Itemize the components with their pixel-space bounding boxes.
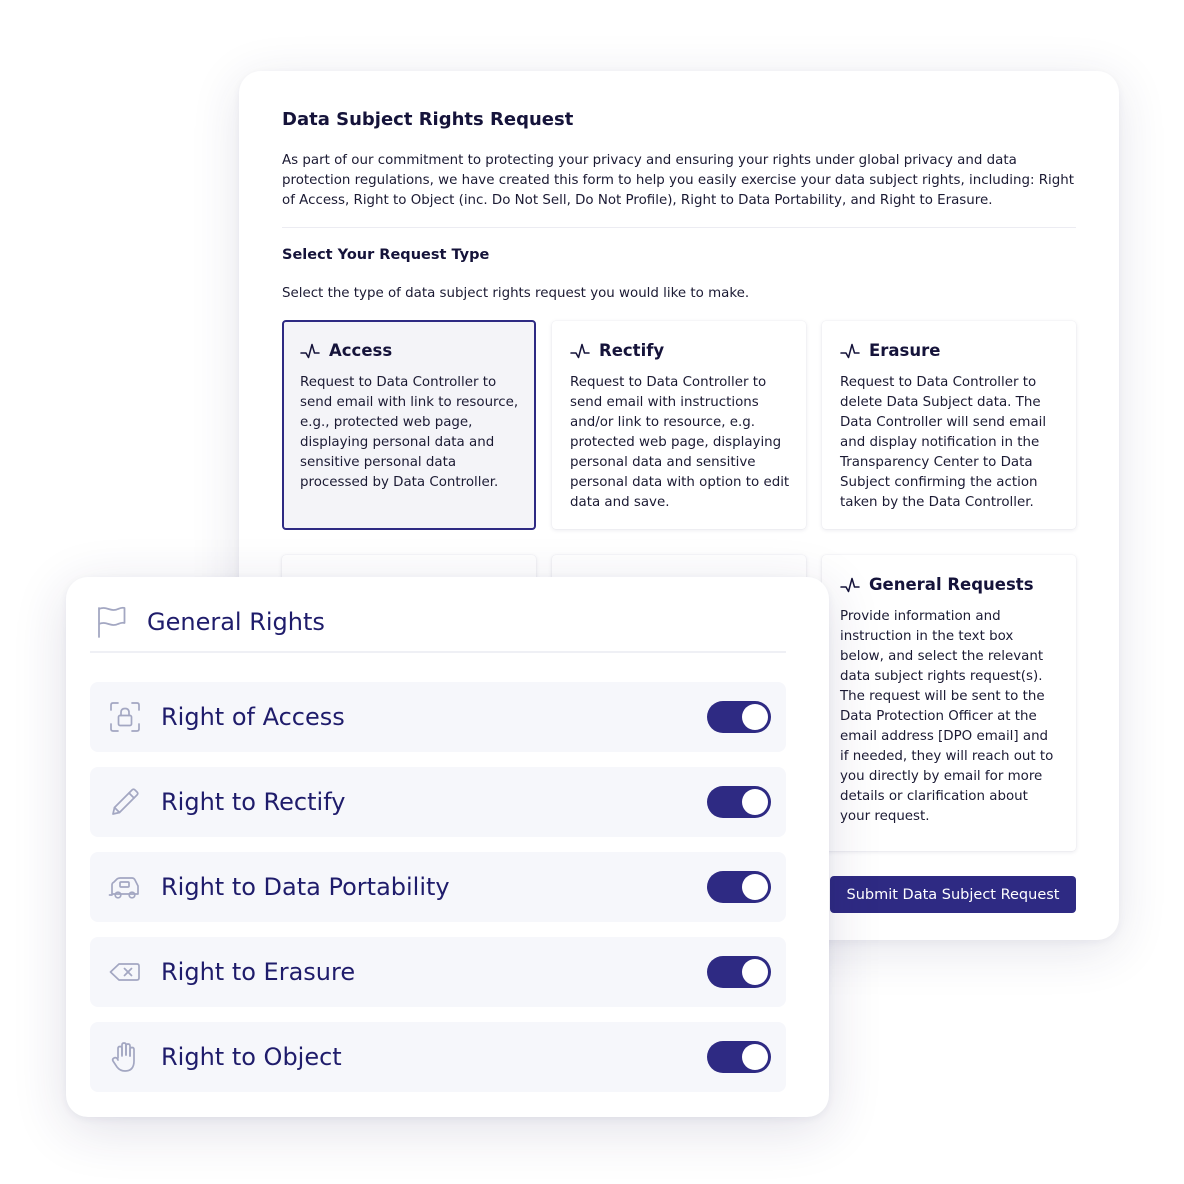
toggle-right-to-erasure[interactable] [707,956,771,988]
request-option-header: Access [300,341,392,360]
pencil-icon [112,788,139,815]
request-option-general-requests[interactable]: General Requests Provide information and… [822,555,1076,851]
toggle-right-of-access[interactable] [707,701,771,733]
form-divider [282,227,1076,228]
request-option-header: Rectify [570,341,664,360]
toggle-knob [742,874,768,900]
pulse-icon [840,577,860,592]
request-option-erasure[interactable]: Erasure Request to Data Controller to de… [822,321,1076,529]
lock-scan-icon [110,702,140,732]
toggle-knob [742,1044,768,1070]
right-row-erasure: Right to Erasure [90,937,786,1007]
rights-title: General Rights [147,608,325,636]
request-option-title: Rectify [599,341,665,360]
request-option-title: Erasure [869,341,941,360]
right-row-access: Right of Access [90,682,786,752]
hand-stop-icon [111,1042,135,1072]
pulse-icon [570,343,590,358]
right-label: Right to Rectify [161,788,346,816]
right-row-object: Right to Object [90,1022,786,1092]
request-type-heading: Select Your Request Type [282,247,490,263]
pulse-icon [840,343,860,358]
general-rights-card: General Rights Right of Access Right to … [66,577,829,1117]
request-type-description: Select the type of data subject rights r… [282,286,750,301]
toggle-knob [742,959,768,985]
backspace-icon [109,963,140,981]
form-intro-text: As part of our commitment to protecting … [282,153,1075,208]
toggle-knob [742,789,768,815]
right-label: Right of Access [161,703,345,731]
toggle-right-to-data-portability[interactable] [707,871,771,903]
request-option-description: Provide information and instruction in t… [840,609,1054,824]
request-option-header: General Requests [840,575,1034,594]
right-label: Right to Erasure [161,958,356,986]
right-row-rectify: Right to Rectify [90,767,786,837]
request-option-title: General Requests [869,575,1034,594]
rights-divider [90,651,786,653]
submit-request-button[interactable]: Submit Data Subject Request [830,876,1076,913]
toggle-right-to-rectify[interactable] [707,786,771,818]
page: Data Subject Rights Request As part of o… [0,0,1184,1184]
right-label: Right to Data Portability [161,873,450,901]
form-title: Data Subject Rights Request [282,109,574,130]
request-option-rectify[interactable]: Rectify Request to Data Controller to se… [552,321,806,529]
request-option-access[interactable]: Access Request to Data Controller to sen… [282,320,536,530]
request-option-description: Request to Data Controller to delete Dat… [840,375,1047,510]
camper-van-icon [108,877,139,899]
right-label: Right to Object [161,1043,342,1071]
request-option-header: Erasure [840,341,940,360]
right-row-data-portability: Right to Data Portability [90,852,786,922]
rights-header: General Rights [96,605,325,639]
request-option-description: Request to Data Controller to send email… [570,375,790,510]
request-option-title: Access [329,341,393,360]
flag-icon [98,606,126,638]
toggle-knob [742,704,768,730]
request-option-description: Request to Data Controller to send email… [300,375,519,490]
pulse-icon [300,343,320,358]
toggle-right-to-object[interactable] [707,1041,771,1073]
